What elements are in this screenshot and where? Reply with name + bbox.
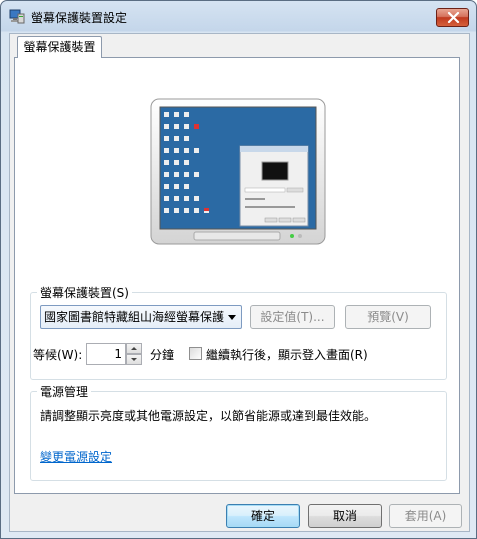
resume-login-checkbox[interactable] [189,347,202,360]
spin-down-button[interactable] [126,354,142,365]
close-button[interactable] [436,8,469,27]
power-description: 請調整顯示亮度或其他電源設定，以節省能源或達到最佳效能。 [40,409,377,423]
resume-login-label[interactable]: 繼續執行後，顯示登入畫面(R) [206,346,368,363]
monitor-preview [150,98,326,245]
settings-button[interactable]: 設定值(T)... [250,305,335,329]
ok-button[interactable]: 確定 [226,504,300,528]
cancel-button[interactable]: 取消 [308,504,382,528]
power-group-label: 電源管理 [37,383,92,400]
arrow-down-icon [131,358,137,361]
arrow-up-icon [131,347,137,350]
title-bar[interactable]: 螢幕保護裝置設定 [1,1,476,31]
chevron-down-icon [228,315,236,320]
wait-minutes-input[interactable]: 1 [86,343,126,365]
spin-up-button[interactable] [126,343,142,354]
power-group [30,391,447,481]
close-icon [447,12,460,23]
wait-label: 等候(W): [33,348,83,362]
screensaver-select[interactable]: 國家圖書館特藏組山海經螢幕保護 [40,305,242,329]
change-power-settings-link[interactable]: 變更電源設定 [40,448,112,465]
tab-label: 螢幕保護裝置 [23,40,96,54]
screensaver-selected-value: 國家圖書館特藏組山海經螢幕保護 [44,310,225,324]
preview-button[interactable]: 預覽(V) [345,305,431,329]
tab-screensaver[interactable]: 螢幕保護裝置 [17,36,102,58]
screensaver-group-label: 螢幕保護裝置(S) [37,284,132,301]
window-title: 螢幕保護裝置設定 [31,11,128,25]
display-settings-icon [9,9,25,24]
wait-unit-label: 分鐘 [150,348,175,362]
apply-button[interactable]: 套用(A) [389,504,462,528]
